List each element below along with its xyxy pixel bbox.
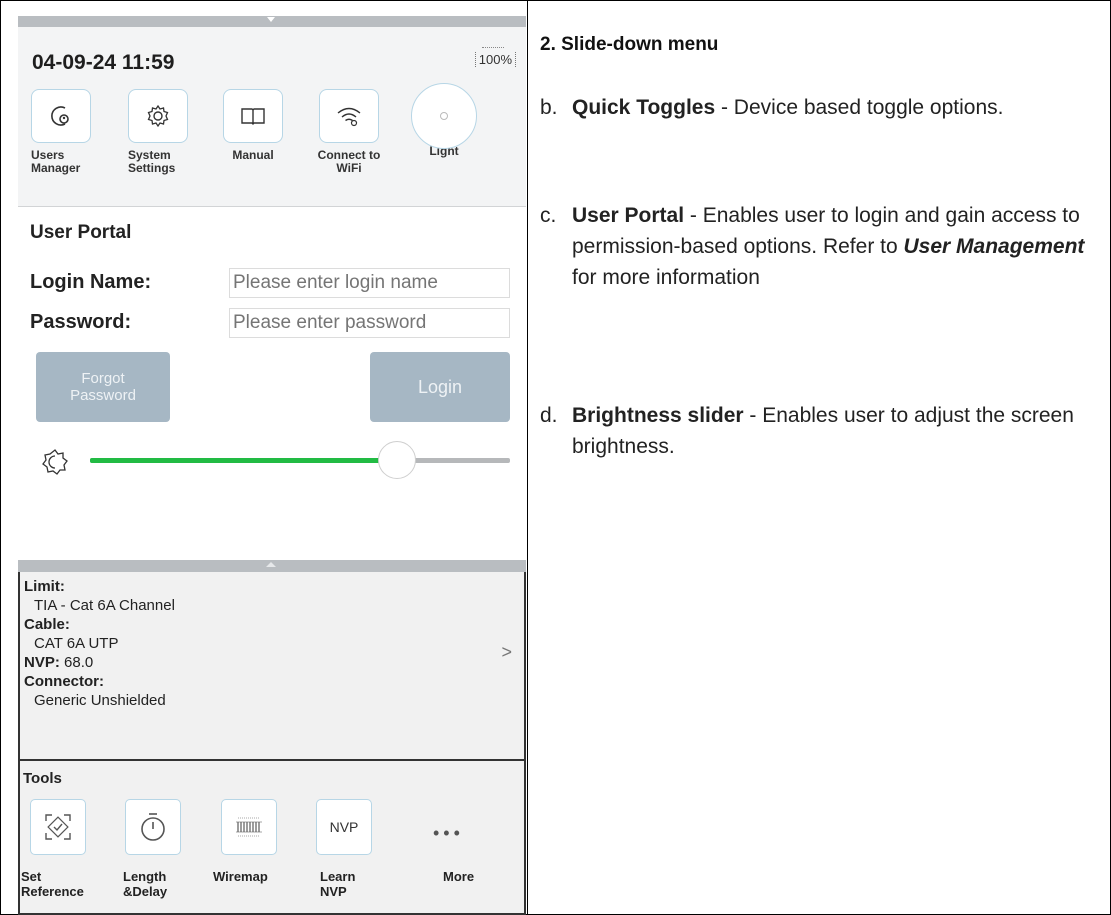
tools-title: Tools [23,770,62,787]
user-portal: User Portal Login Name: Password: Forgot… [18,207,526,560]
book-icon [223,89,283,143]
item-term: Quick Toggles [572,96,716,119]
forgot-password-line1: Forgot [81,370,125,387]
item-term: Brightness slider [572,404,744,427]
chevron-down-icon [267,17,275,22]
brightness-slider-fill [90,458,397,463]
nvp-icon-text: NVP [329,819,359,835]
toggle-users-manager[interactable]: Users Manager [21,89,101,175]
connector-label: Connector: [24,673,104,690]
item-description: - Device based toggle options. [715,96,1004,119]
nvp-icon: NVP [316,799,372,855]
section-title: 2. Slide-down menu [540,34,719,55]
slide-down-handle[interactable] [18,16,526,27]
cable-label: Cable: [24,616,70,633]
toggle-label: Connect to WiFi [317,148,381,175]
gear-icon [128,89,188,143]
device-screen: 04-09-24 11:59 100% Users Manager System… [18,16,526,915]
tool-label-line2: &Delay [123,884,168,899]
tool-label: More [443,869,475,884]
password-label: Password: [30,311,132,333]
tool-label-line1: Length [123,869,167,884]
item-term: User Portal [572,204,685,227]
item-description-tail: for more information [572,266,760,289]
tool-label-line1: Set [21,869,42,884]
toggle-light[interactable]: Light [404,83,484,158]
login-name-input[interactable] [229,268,510,298]
tools-panel: Tools Set Reference Length &Delay Wirema… [18,759,526,915]
description-item-quick-toggles: b. Quick Toggles - Device based toggle o… [540,92,1096,123]
toggle-manual[interactable]: Manual [213,89,293,162]
nvp-row: NVP: 68.0 [24,654,93,672]
brightness-slider[interactable] [90,441,510,479]
datetime-text: 04-09-24 11:59 [32,51,175,74]
cable-value: CAT 6A UTP [34,635,119,652]
item-text: Quick Toggles - Device based toggle opti… [572,92,1096,123]
password-input[interactable] [229,308,510,338]
description-column: 2. Slide-down menu b. Quick Toggles - De… [538,0,1098,915]
login-name-label: Login Name: [30,271,152,293]
stopwatch-icon [125,799,181,855]
limit-label: Limit: [24,578,65,595]
toggle-label: Users Manager [31,148,81,175]
toggle-label: Manual [232,148,274,162]
light-icon [411,83,477,149]
toggle-label: System Settings [128,148,176,175]
table-column-divider [527,0,528,915]
tool-label-line1: Learn [320,869,356,884]
item-text: Brightness slider - Enables user to adju… [572,400,1096,462]
tool-label: Learn NVP [320,869,355,899]
tool-label-line2: NVP [320,884,347,899]
item-letter: d. [540,404,558,427]
toggle-connect-wifi[interactable]: Connect to WiFi [309,89,389,175]
brightness-icon [40,447,70,482]
users-manager-icon [31,89,91,143]
item-text: User Portal - Enables user to login and … [572,200,1096,293]
item-letter: b. [540,96,558,119]
test-settings-panel[interactable]: Limit: TIA - Cat 6A Channel Cable: CAT 6… [18,572,526,759]
status-bar: 04-09-24 11:59 100% [18,27,526,85]
description-item-brightness: d. Brightness slider - Enables user to a… [540,400,1096,462]
brightness-slider-thumb[interactable] [377,441,416,479]
more-icon: ••• [433,823,464,843]
tool-label-line2: Reference [21,884,84,899]
nvp-label: NVP: [24,654,60,671]
item-letter: c. [540,204,557,227]
limit-value: TIA - Cat 6A Channel [34,597,175,614]
quick-toggles: Users Manager System Settings Manual Con… [18,83,526,207]
toggle-system-settings[interactable]: System Settings [118,89,198,175]
wiremap-icon [221,799,277,855]
wifi-icon [319,89,379,143]
forgot-password-button[interactable]: Forgot Password [36,352,170,422]
login-button[interactable]: Login [370,352,510,422]
nvp-value: 68.0 [64,654,94,671]
battery-percent: 100% [478,52,512,67]
collapse-handle[interactable] [18,560,526,572]
battery-icon [481,47,504,49]
tool-label: Length &Delay [123,869,167,899]
chevron-right-icon[interactable]: > [501,642,512,663]
item-reference: User Management [903,235,1085,258]
tool-label: Set Reference [21,869,84,899]
description-item-user-portal: c. User Portal - Enables user to login a… [540,200,1096,293]
chevron-up-icon [266,562,276,567]
battery-indicator: 100% [474,47,516,67]
set-reference-icon [30,799,86,855]
tool-label: Wiremap [213,869,268,884]
forgot-password-line2: Password [70,387,136,404]
connector-value: Generic Unshielded [34,692,166,709]
user-portal-title: User Portal [30,222,132,243]
